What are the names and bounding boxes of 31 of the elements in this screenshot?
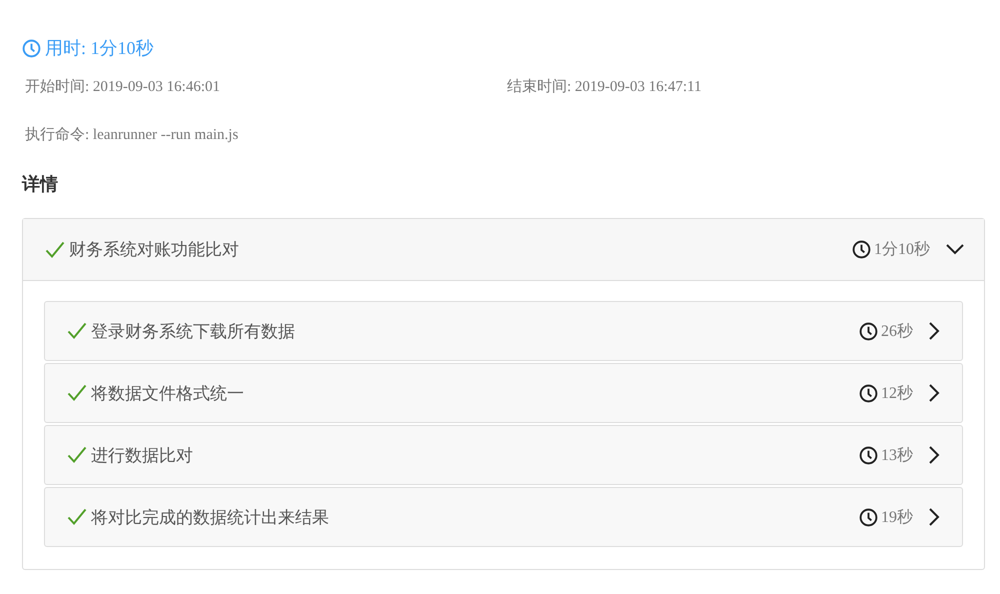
- chevron-right-icon[interactable]: [929, 446, 940, 464]
- suite-header[interactable]: 财务系统对账功能比对 1分10秒: [23, 219, 984, 281]
- chevron-right-icon[interactable]: [929, 322, 940, 340]
- clock-icon: [859, 384, 878, 402]
- chevron-right-icon[interactable]: [929, 384, 940, 402]
- duration-text: 1分10秒: [874, 240, 930, 260]
- clock-icon: [22, 38, 41, 58]
- clock-icon: [859, 322, 878, 340]
- step-name: 将对比完成的数据统计出来结果: [91, 506, 330, 528]
- step-name: 将数据文件格式统一: [91, 382, 245, 404]
- duration-text: 用时: 1分10秒: [45, 37, 154, 60]
- meta-text: 结束时间: 2019-09-03 16:47:11: [507, 78, 702, 97]
- step-row[interactable]: 将对比完成的数据统计出来结果 19秒: [44, 487, 963, 547]
- clock-icon: [859, 446, 878, 464]
- duration-text: 12秒: [881, 384, 913, 404]
- clock-icon: [859, 508, 878, 526]
- step-name: 登录财务系统下载所有数据: [91, 320, 296, 342]
- duration-text: 13秒: [881, 446, 913, 466]
- clock-icon: [852, 240, 871, 259]
- chevron-right-icon[interactable]: [929, 508, 940, 526]
- meta-text: 执行命令: leanrunner --run main.js: [25, 126, 240, 145]
- duration-text: 26秒: [881, 322, 913, 342]
- step-row[interactable]: 进行数据比对 13秒: [44, 425, 963, 485]
- duration-text: 19秒: [881, 508, 913, 528]
- chevron-down-icon[interactable]: [946, 244, 964, 255]
- step-row[interactable]: 将数据文件格式统一 12秒: [44, 363, 963, 423]
- suite-name: 财务系统对账功能比对: [69, 239, 240, 261]
- section-title: 详情: [22, 173, 59, 196]
- meta-text: 开始时间: 2019-09-03 16:46:01: [25, 78, 221, 97]
- step-row[interactable]: 登录财务系统下载所有数据 26秒: [44, 301, 963, 361]
- step-name: 进行数据比对: [91, 444, 194, 466]
